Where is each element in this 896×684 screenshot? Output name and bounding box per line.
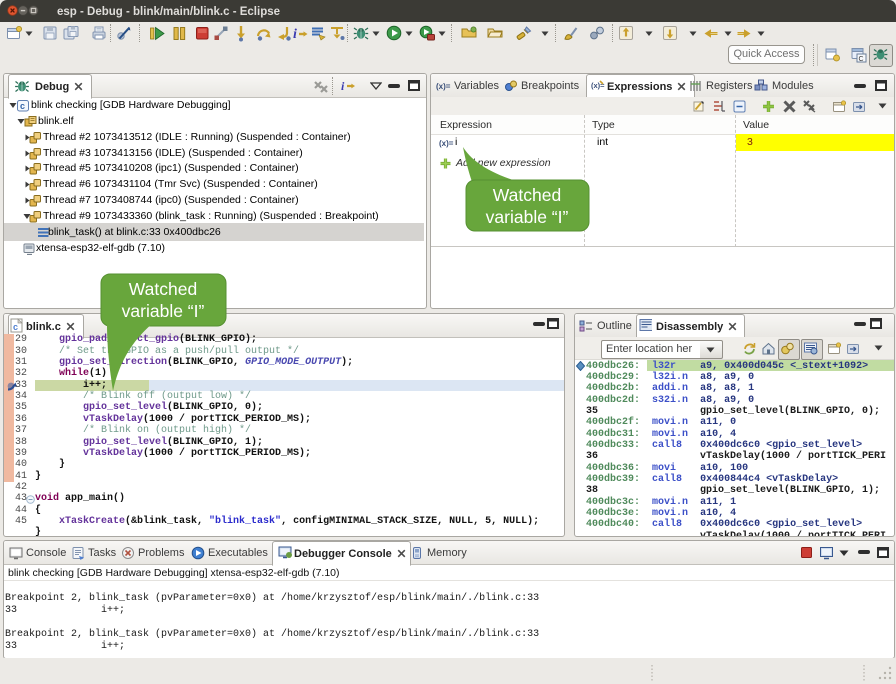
svg-text:(x)=: (x)=	[439, 139, 454, 148]
svg-text:i: i	[341, 79, 345, 93]
svg-text:c: c	[13, 322, 18, 332]
svg-text:Watched: Watched	[493, 185, 561, 205]
svg-text:C: C	[859, 56, 864, 63]
svg-text:(x)=: (x)=	[591, 81, 605, 90]
svg-text:variable “I”: variable “I”	[122, 301, 205, 321]
svg-text:variable “I”: variable “I”	[486, 207, 569, 227]
svg-text:i: i	[293, 27, 297, 42]
svg-text:Watched: Watched	[129, 279, 197, 299]
svg-text:(x)=: (x)=	[436, 82, 451, 91]
svg-text:c: c	[20, 101, 25, 111]
